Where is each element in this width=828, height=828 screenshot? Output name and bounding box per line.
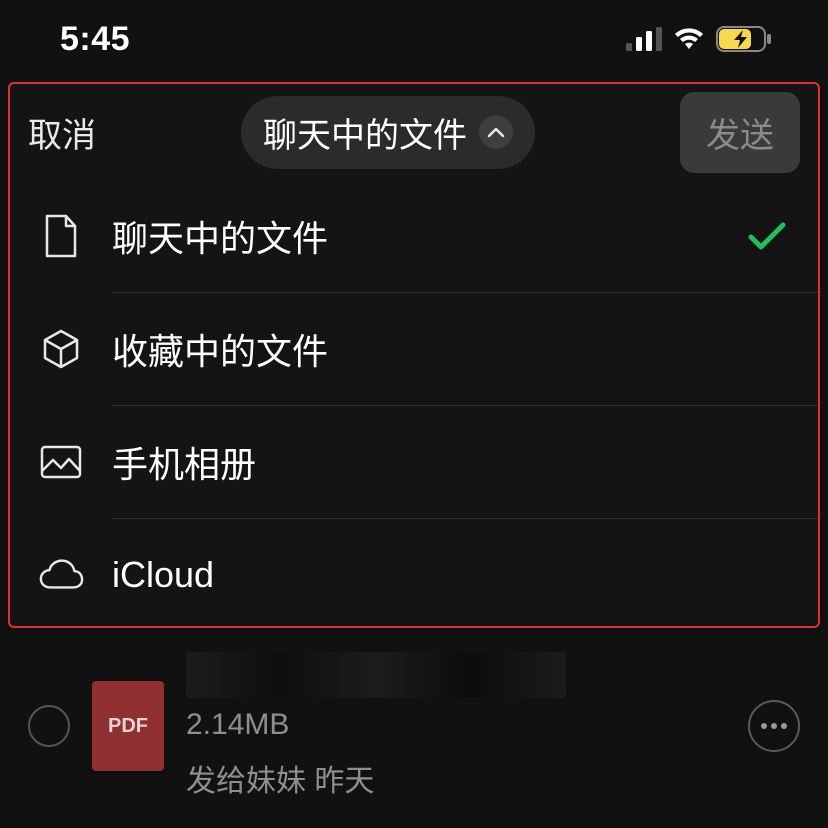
source-dropdown-label: 聊天中的文件 <box>263 108 467 157</box>
file-sent-info: 发给妹妹 昨天 <box>186 756 726 800</box>
source-menu: 聊天中的文件 收藏中的文件 <box>10 180 818 628</box>
file-icon <box>38 214 84 258</box>
file-size: 2.14MB <box>186 708 726 742</box>
battery-charging-icon <box>716 26 772 52</box>
menu-item-label: 手机相册 <box>112 436 744 488</box>
menu-item-favorites[interactable]: 收藏中的文件 <box>10 293 818 405</box>
file-type-label: PDF <box>108 715 148 738</box>
source-picker-sheet: 取消 聊天中的文件 发送 聊天中的文件 <box>8 82 820 628</box>
menu-item-label: iCloud <box>112 554 744 596</box>
source-dropdown-button[interactable]: 聊天中的文件 <box>241 96 535 169</box>
cancel-button[interactable]: 取消 <box>28 108 96 157</box>
more-button[interactable] <box>748 700 800 752</box>
sheet-header: 取消 聊天中的文件 发送 <box>10 84 818 180</box>
status-time: 5:45 <box>60 20 130 59</box>
file-name-redacted <box>186 652 566 698</box>
select-radio[interactable] <box>28 705 70 747</box>
menu-item-chat-files[interactable]: 聊天中的文件 <box>10 180 818 292</box>
status-bar: 5:45 <box>0 0 828 78</box>
cloud-icon <box>38 558 84 592</box>
menu-item-label: 收藏中的文件 <box>112 323 744 375</box>
wifi-icon <box>672 27 706 51</box>
chevron-up-icon <box>479 115 513 149</box>
file-thumbnail: PDF <box>92 681 164 771</box>
checkmark-icon <box>744 221 790 251</box>
box-icon <box>38 328 84 370</box>
send-button[interactable]: 发送 <box>680 92 800 173</box>
menu-item-photos[interactable]: 手机相册 <box>10 406 818 518</box>
ellipsis-icon <box>760 722 788 730</box>
menu-item-label: 聊天中的文件 <box>112 210 744 262</box>
photo-icon <box>38 444 84 480</box>
cellular-icon <box>626 27 662 51</box>
file-list-item[interactable]: PDF 2.14MB 发给妹妹 昨天 <box>0 628 828 800</box>
menu-item-icloud[interactable]: iCloud <box>10 519 818 628</box>
